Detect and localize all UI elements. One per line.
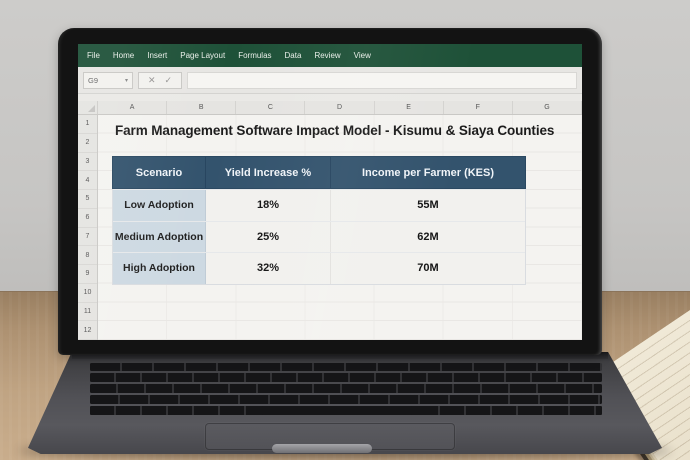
keyboard-row: [90, 363, 602, 371]
table-header-row: Scenario Yield Increase % Income per Far…: [112, 156, 526, 189]
cell-income[interactable]: 70M: [331, 253, 525, 284]
keyboard-row: [90, 384, 602, 393]
header-scenario[interactable]: Scenario: [113, 157, 206, 188]
cell-scenario[interactable]: Medium Adoption: [113, 222, 206, 253]
header-yield-increase[interactable]: Yield Increase %: [206, 157, 331, 188]
column-header-g[interactable]: G: [513, 101, 582, 114]
menu-page-layout[interactable]: Page Layout: [180, 51, 225, 60]
cell-yield-increase[interactable]: 32%: [206, 253, 331, 284]
laptop-screen-bezel: File Home Insert Page Layout Formulas Da…: [58, 28, 602, 355]
row-header-column: 1 2 3 4 5 6 7 8 9 10 11 12: [78, 115, 98, 340]
row-header-6[interactable]: 6: [78, 209, 97, 228]
formula-bar: G9 ▾ ✕ ✓: [78, 67, 582, 94]
table-row-medium-adoption: Medium Adoption 25% 62M: [113, 221, 525, 253]
cell-income[interactable]: 55M: [331, 190, 525, 221]
cancel-icon[interactable]: ✕: [148, 76, 156, 85]
ribbon-menu-bar: File Home Insert Page Layout Formulas Da…: [78, 44, 582, 67]
menu-review[interactable]: Review: [314, 51, 340, 60]
keyboard-row: [90, 395, 602, 404]
menu-insert[interactable]: Insert: [147, 51, 167, 60]
menu-view[interactable]: View: [354, 51, 371, 60]
active-cell-reference: G9: [88, 76, 98, 85]
row-header-5[interactable]: 5: [78, 190, 97, 209]
header-income-per-farmer[interactable]: Income per Farmer (KES): [331, 157, 525, 188]
sheet-grid: 1 2 3 4 5 6 7 8 9 10 11 12 Farm Manageme…: [78, 115, 582, 340]
column-header-d[interactable]: D: [305, 101, 374, 114]
table-row-low-adoption: Low Adoption 18% 55M: [113, 189, 525, 221]
row-header-2[interactable]: 2: [78, 134, 97, 153]
row-header-8[interactable]: 8: [78, 246, 97, 265]
laptop-base: [28, 352, 662, 454]
toolbar-gap: [78, 94, 582, 101]
row-header-4[interactable]: 4: [78, 171, 97, 190]
enter-icon[interactable]: ✓: [165, 76, 173, 85]
column-header-b[interactable]: B: [167, 101, 236, 114]
menu-data[interactable]: Data: [285, 51, 302, 60]
menu-home[interactable]: Home: [113, 51, 134, 60]
laptop-keyboard: [90, 363, 602, 415]
formula-buttons: ✕ ✓: [138, 72, 182, 89]
row-header-10[interactable]: 10: [78, 284, 97, 303]
cell-area[interactable]: Farm Management Software Impact Model - …: [98, 115, 582, 340]
row-header-9[interactable]: 9: [78, 265, 97, 284]
keyboard-row: [90, 406, 602, 415]
row-header-12[interactable]: 12: [78, 321, 97, 340]
keyboard-row: [90, 373, 602, 382]
impact-model-table: Scenario Yield Increase % Income per Far…: [112, 157, 526, 285]
formula-input[interactable]: [187, 72, 577, 89]
lid-notch: [272, 444, 372, 453]
column-header-f[interactable]: F: [444, 101, 513, 114]
name-box-dropdown-icon[interactable]: ▾: [125, 77, 128, 84]
row-header-1[interactable]: 1: [78, 115, 97, 134]
row-header-7[interactable]: 7: [78, 228, 97, 247]
column-header-row: A B C D E F G: [78, 101, 582, 115]
column-header-a[interactable]: A: [98, 101, 167, 114]
row-header-3[interactable]: 3: [78, 153, 97, 172]
cell-scenario[interactable]: High Adoption: [113, 253, 206, 284]
table-row-high-adoption: High Adoption 32% 70M: [113, 252, 525, 284]
cell-name-box[interactable]: G9 ▾: [83, 72, 133, 89]
cell-yield-increase[interactable]: 25%: [206, 222, 331, 253]
cell-scenario[interactable]: Low Adoption: [113, 190, 206, 221]
column-header-e[interactable]: E: [375, 101, 444, 114]
spacebar-key: [262, 406, 412, 415]
cell-yield-increase[interactable]: 18%: [206, 190, 331, 221]
menu-formulas[interactable]: Formulas: [238, 51, 271, 60]
sheet-title-cell[interactable]: Farm Management Software Impact Model - …: [115, 123, 554, 138]
cell-income[interactable]: 62M: [331, 222, 525, 253]
spreadsheet-app: File Home Insert Page Layout Formulas Da…: [78, 44, 582, 340]
menu-file[interactable]: File: [87, 51, 100, 60]
row-header-11[interactable]: 11: [78, 303, 97, 322]
select-all-button[interactable]: [78, 101, 98, 114]
column-header-c[interactable]: C: [236, 101, 305, 114]
